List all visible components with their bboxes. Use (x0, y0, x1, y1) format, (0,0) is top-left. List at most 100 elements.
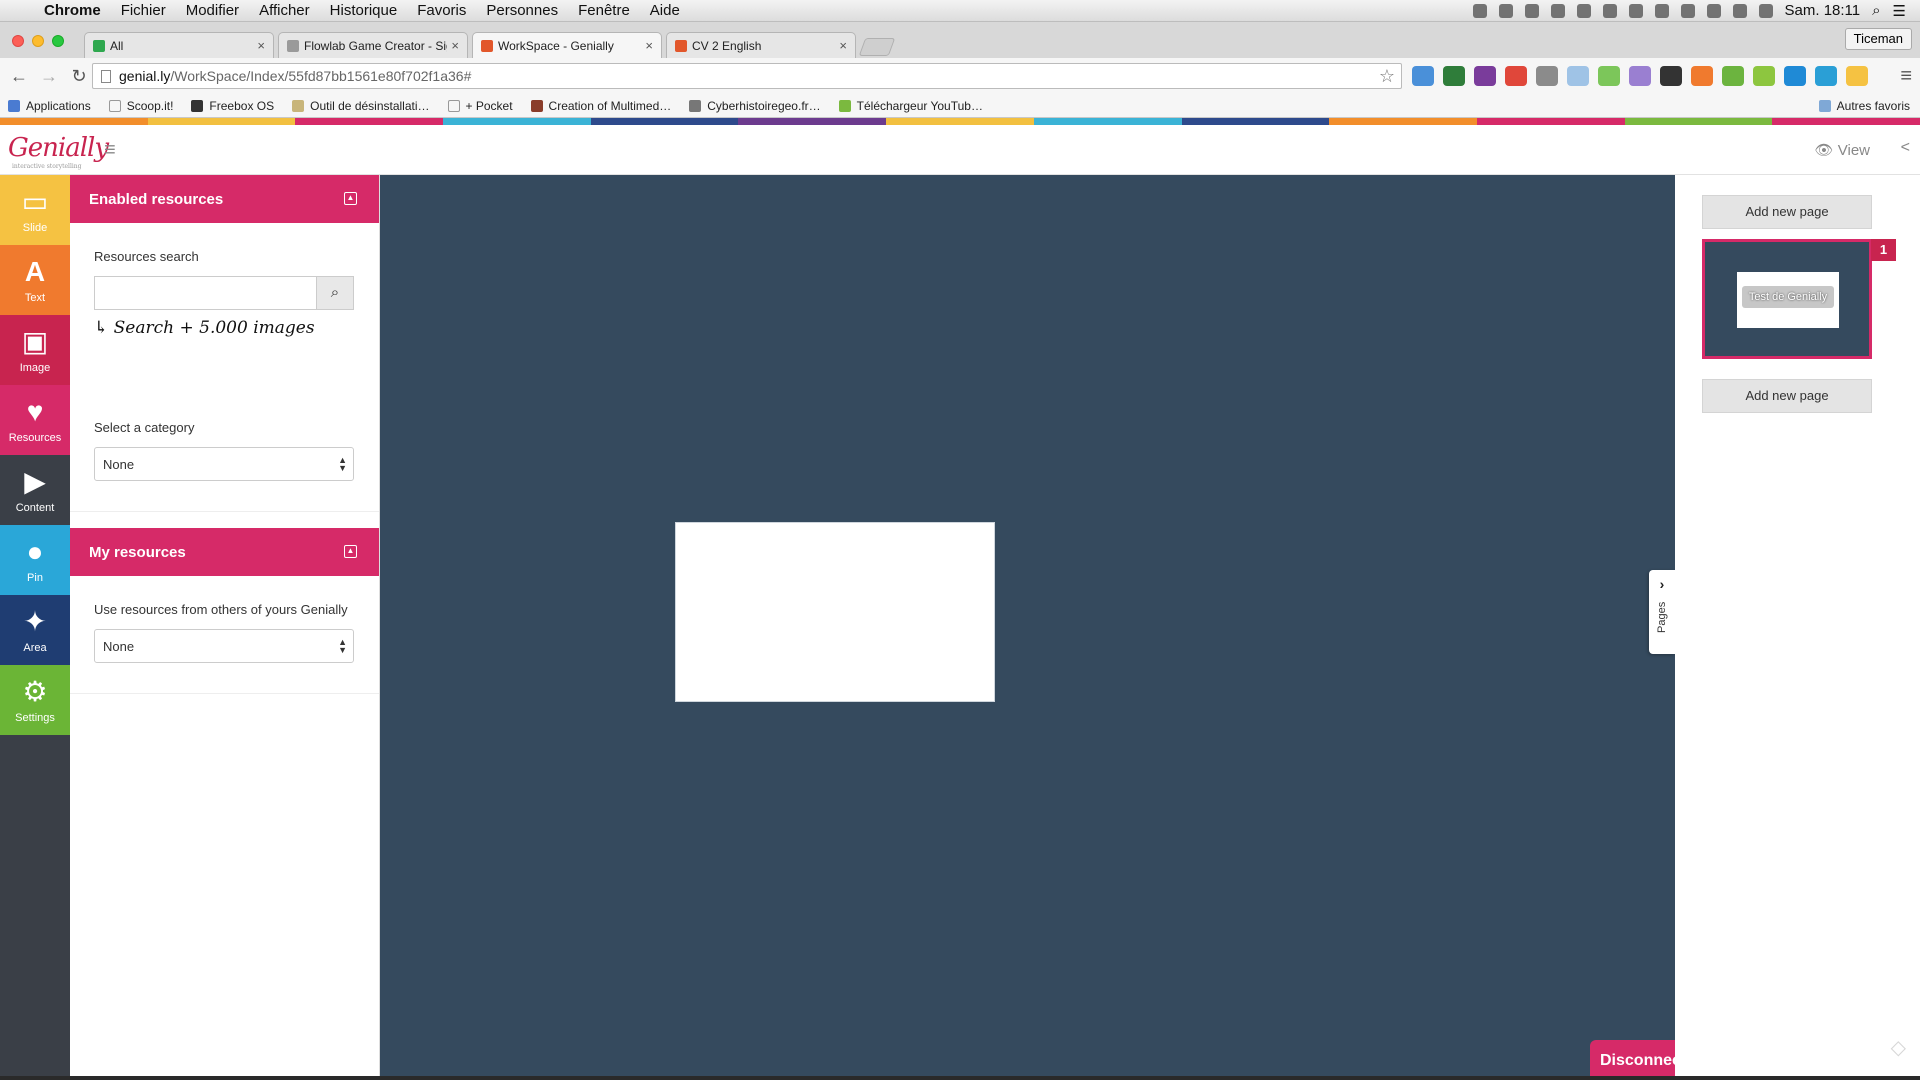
my-resources-select[interactable]: None ▲ ▼ (94, 629, 354, 663)
profile-button[interactable]: Ticeman (1844, 28, 1912, 50)
reload-icon[interactable]: ↻ (64, 66, 94, 87)
microphone-icon[interactable] (1602, 3, 1617, 18)
tray-icon[interactable] (1472, 3, 1487, 18)
my-resources-section: Use resources from others of yours Genia… (70, 576, 379, 694)
notification-center-icon[interactable]: ☰ (1893, 2, 1906, 20)
page-thumbnail[interactable]: Test de Genially 1 (1702, 239, 1896, 359)
bookmark-label: + Pocket (465, 98, 513, 113)
rail-item-area[interactable]: ✦ Area (0, 595, 70, 665)
address-bar[interactable]: genial.ly/WorkSpace/Index/55fd87bb1561e8… (92, 63, 1402, 89)
bookmark-item[interactable]: Cyberhistoiregeo.fr… (689, 99, 821, 113)
chrome-menu-icon[interactable]: ≡ (1900, 65, 1912, 88)
pen-icon[interactable] (1629, 66, 1651, 86)
onenote-icon[interactable] (1474, 66, 1496, 86)
extension-icon[interactable] (1753, 66, 1775, 86)
new-tab-button[interactable] (858, 38, 896, 56)
menu-chrome[interactable]: Chrome (34, 2, 111, 19)
forward-icon[interactable]: → (34, 66, 64, 87)
extension-icon[interactable] (1443, 66, 1465, 86)
close-tab-icon[interactable]: × (645, 38, 653, 53)
tab-label: Flowlab Game Creator - Sig (304, 38, 448, 53)
extension-icon[interactable] (1784, 66, 1806, 86)
camera-icon[interactable] (1567, 66, 1589, 86)
tray-icon[interactable] (1498, 3, 1513, 18)
maximize-window-button[interactable] (52, 35, 64, 47)
collapse-icon[interactable]: ▲ (344, 545, 357, 558)
rail-item-image[interactable]: ▣ Image (0, 315, 70, 385)
browser-tab-active[interactable]: WorkSpace - Genially × (472, 32, 662, 58)
bookmark-item[interactable]: Applications (8, 99, 91, 113)
rail-item-resources[interactable]: ♥ Resources (0, 385, 70, 455)
bookmark-item[interactable]: Téléchargeur YouTub… (838, 99, 983, 113)
browser-tab[interactable]: Flowlab Game Creator - Sig × (278, 32, 468, 58)
pages-toggle-button[interactable]: › Pages (1649, 570, 1675, 654)
notification-icon[interactable] (1628, 3, 1643, 18)
airplay-icon[interactable] (1680, 3, 1695, 18)
rail-item-text[interactable]: A Text (0, 245, 70, 315)
rail-item-content[interactable]: ▶ Content (0, 455, 70, 525)
close-tab-icon[interactable]: × (839, 38, 847, 53)
menu-afficher[interactable]: Afficher (249, 2, 320, 19)
browser-tab[interactable]: CV 2 English × (666, 32, 856, 58)
menu-fichier[interactable]: Fichier (111, 2, 176, 19)
browser-tab[interactable]: All × (84, 32, 274, 58)
extension-icon[interactable] (1536, 66, 1558, 86)
my-resources-header[interactable]: My resources ▲ (70, 528, 379, 576)
extension-icon[interactable] (1691, 66, 1713, 86)
menu-personnes[interactable]: Personnes (476, 2, 568, 19)
dropbox-icon[interactable] (1550, 3, 1565, 18)
close-tab-icon[interactable]: × (451, 38, 459, 53)
close-tab-icon[interactable]: × (257, 38, 265, 53)
category-select[interactable]: None ▲ ▼ (94, 447, 354, 481)
slide-canvas[interactable] (675, 522, 995, 702)
extension-icon[interactable] (1505, 66, 1527, 86)
extension-icon[interactable] (1660, 66, 1682, 86)
genially-logo[interactable]: Genially interactive storytelling (8, 133, 109, 170)
tag-icon[interactable]: ◇ (1891, 1035, 1906, 1060)
add-new-page-button[interactable]: Add new page (1702, 195, 1872, 229)
view-button[interactable]: 👁 View (1815, 141, 1870, 159)
other-bookmarks[interactable]: Autres favoris (1818, 99, 1910, 113)
menu-historique[interactable]: Historique (320, 2, 408, 19)
add-new-page-button[interactable]: Add new page (1702, 379, 1872, 413)
enabled-resources-header[interactable]: Enabled resources ▲ (70, 175, 379, 223)
bookmark-item[interactable]: Freebox OS (191, 99, 274, 113)
editor-canvas[interactable]: › Pages Disconnect (380, 175, 1675, 1080)
resources-search-input[interactable] (94, 276, 316, 310)
collapse-icon[interactable]: ▲ (344, 192, 357, 205)
bookmark-item[interactable]: Scoop.it! (108, 99, 173, 113)
menu-clock[interactable]: Sam. 18:11 (1785, 2, 1861, 19)
wifi-icon[interactable] (1732, 3, 1747, 18)
extension-icon[interactable] (1598, 66, 1620, 86)
rail-item-slide[interactable]: ▭ Slide (0, 175, 70, 245)
close-window-button[interactable] (12, 35, 24, 47)
bookmark-item[interactable]: + Pocket (447, 98, 513, 113)
search-button[interactable]: ⌕ (316, 276, 354, 310)
bluetooth-icon[interactable] (1706, 3, 1721, 18)
spotlight-icon[interactable]: ⌕ (1872, 2, 1880, 19)
rail-item-pin[interactable]: ● Pin (0, 525, 70, 595)
tray-icon[interactable] (1576, 3, 1591, 18)
back-icon[interactable]: ← (4, 66, 34, 87)
share-icon[interactable]: < (1901, 139, 1910, 157)
bookmark-icon (530, 99, 543, 112)
bookmark-item[interactable]: Outil de désinstallati… (292, 99, 430, 113)
volume-icon[interactable] (1758, 3, 1773, 18)
tray-icon[interactable] (1524, 3, 1539, 18)
menu-fenetre[interactable]: Fenêtre (568, 2, 640, 19)
menu-aide[interactable]: Aide (640, 2, 690, 19)
extension-icon[interactable] (1722, 66, 1744, 86)
text-icon: A (24, 255, 46, 287)
extension-icon[interactable] (1846, 66, 1868, 86)
bookmark-item[interactable]: Creation of Multimed… (530, 99, 671, 113)
hamburger-menu-icon[interactable]: ≡ (104, 140, 126, 160)
rail-item-settings[interactable]: ⚙ Settings (0, 665, 70, 735)
bookmark-star-icon[interactable]: ☆ (1379, 66, 1395, 87)
extension-icon[interactable] (1815, 66, 1837, 86)
minimize-window-button[interactable] (32, 35, 44, 47)
menu-favoris[interactable]: Favoris (407, 2, 476, 19)
disconnect-button[interactable]: Disconnect (1590, 1040, 1675, 1080)
cloud-icon[interactable] (1654, 3, 1669, 18)
menu-modifier[interactable]: Modifier (176, 2, 249, 19)
extension-icon[interactable] (1412, 66, 1434, 86)
